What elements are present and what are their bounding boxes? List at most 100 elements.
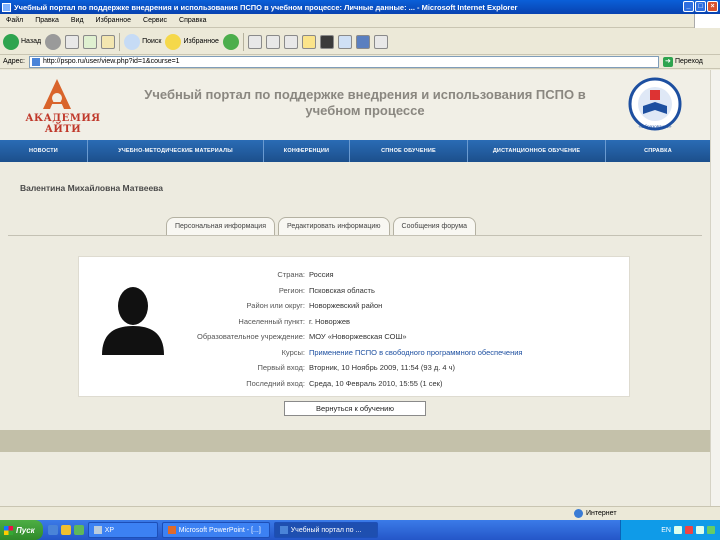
menu-favorites[interactable]: Избранное xyxy=(96,17,131,24)
go-label: Переход xyxy=(674,58,703,65)
ie-quicklaunch-icon[interactable] xyxy=(47,525,58,535)
course-link[interactable]: Применение ПСПО в свободного программног… xyxy=(309,348,523,357)
profile-tabs: Персональная информация Редактировать ин… xyxy=(166,217,477,235)
footer-band xyxy=(0,430,710,452)
nav-materials[interactable]: УЧЕБНО-МЕТОДИЧЕСКИЕ МАТЕРИАЛЫ xyxy=(88,140,264,162)
language-indicator[interactable]: EN xyxy=(661,527,671,534)
desktop-quicklaunch-icon[interactable] xyxy=(73,525,84,535)
menu-tools[interactable]: Сервис xyxy=(143,17,167,24)
nav-conferences[interactable]: КОНФЕРЕНЦИИ xyxy=(264,140,350,162)
nav-distance-learning[interactable]: ДИСТАНЦИОННОЕ ОБУЧЕНИЕ xyxy=(468,140,606,162)
security-zone: Интернет xyxy=(574,509,617,518)
favorites-label: Избранное xyxy=(183,38,219,45)
toolbar-separator xyxy=(119,32,121,51)
page-icon xyxy=(31,57,40,66)
field-row: Последний вход: Среда, 10 Февраль 2010, … xyxy=(174,376,624,392)
print-icon[interactable] xyxy=(265,34,280,49)
network-icon[interactable] xyxy=(707,526,715,534)
field-row: Первый вход: Вторник, 10 Ноябрь 2009, 11… xyxy=(174,360,624,376)
notes-icon[interactable] xyxy=(301,34,316,49)
globe-icon xyxy=(574,509,583,518)
task-label: Учебный портал по ... xyxy=(290,526,362,534)
field-label: Курсы: xyxy=(281,347,305,357)
favorites-button[interactable]: Избранное xyxy=(165,33,219,50)
menu-file[interactable]: Файл xyxy=(6,17,23,24)
back-arrow-icon xyxy=(3,33,19,50)
tray-icon[interactable] xyxy=(696,526,704,534)
nav-help[interactable]: СПРАВКА xyxy=(606,140,710,162)
tab-edit-info[interactable]: Редактировать информацию xyxy=(278,217,390,235)
media-icon[interactable] xyxy=(222,33,239,50)
windows-logo-icon xyxy=(4,525,13,535)
task-xp[interactable]: XP xyxy=(87,522,158,538)
tabs-divider xyxy=(8,235,702,236)
nav-news[interactable]: НОВОСТИ xyxy=(0,140,88,162)
research-icon[interactable] xyxy=(337,34,352,49)
search-button[interactable]: Поиск xyxy=(124,33,162,50)
ie-icon xyxy=(2,2,11,12)
field-row: Район или округ: Новоржевский район xyxy=(174,298,624,314)
go-arrow-icon: ➜ xyxy=(662,56,673,67)
tray-icon[interactable] xyxy=(674,526,682,534)
field-label: Первый вход: xyxy=(257,363,306,373)
back-to-course-button[interactable]: Вернуться к обучению xyxy=(284,401,426,416)
media-quicklaunch-icon[interactable] xyxy=(60,525,71,535)
menu-help[interactable]: Справка xyxy=(179,17,206,24)
menu-bar: Файл Правка Вид Избранное Сервис Справка xyxy=(0,14,720,28)
tab-personal-info[interactable]: Персональная информация xyxy=(166,217,276,235)
academy-logo-text: АКАДЕМИЯ АЙТИ xyxy=(25,113,101,135)
quick-launch xyxy=(47,525,84,535)
menu-view[interactable]: Вид xyxy=(71,17,84,24)
field-value: Россия xyxy=(309,270,334,280)
antivirus-icon[interactable] xyxy=(685,526,693,534)
window-controls: _ □ × xyxy=(683,1,718,12)
nav-training[interactable]: СПНОЕ ОБУЧЕНИЕ xyxy=(350,140,468,162)
maximize-button[interactable]: □ xyxy=(695,1,706,12)
field-row: Образовательное учреждение: МОУ «Новорже… xyxy=(174,329,624,345)
field-row: Страна: Россия xyxy=(174,267,624,283)
task-powerpoint[interactable]: Microsoft PowerPoint - [...] xyxy=(161,522,270,538)
field-label: Образовательное учреждение: xyxy=(196,332,305,342)
field-value: Псковская область xyxy=(309,285,375,295)
taskbar: Пуск XP Microsoft PowerPoint - [...] Уче… xyxy=(0,520,720,540)
refresh-icon[interactable] xyxy=(83,34,98,49)
field-label: Страна: xyxy=(277,270,305,280)
profile-fields: Страна: Россия Регион: Псковская область… xyxy=(174,267,624,391)
forward-arrow-icon[interactable] xyxy=(45,33,62,50)
search-label: Поиск xyxy=(142,38,162,45)
site-nav: НОВОСТИ УЧЕБНО-МЕТОДИЧЕСКИЕ МАТЕРИАЛЫ КО… xyxy=(0,140,710,162)
field-value: Среда, 10 Февраль 2010, 15:55 (1 сек) xyxy=(309,378,443,388)
stop-icon[interactable] xyxy=(65,34,80,49)
avatar-silhouette-icon xyxy=(102,287,164,355)
field-label: Последний вход: xyxy=(246,378,305,388)
field-row: Населенный пункт: г. Новоржев xyxy=(174,314,624,330)
status-bar: Интернет xyxy=(0,506,720,520)
vertical-scrollbar[interactable] xyxy=(710,70,720,520)
go-button[interactable]: ➜ Переход xyxy=(662,56,703,67)
extra-icon[interactable] xyxy=(373,34,388,49)
field-value: Вторник, 10 Ноябрь 2009, 11:54 (93 д. 4 … xyxy=(309,363,456,373)
address-input[interactable]: http://pspo.ru/user/view.php?id=1&course… xyxy=(28,55,659,68)
field-label: Населенный пункт: xyxy=(238,316,305,326)
tools-icon[interactable] xyxy=(355,34,370,49)
field-value: Новоржевский район xyxy=(309,301,383,311)
site-title: Учебный портал по поддержке внедрения и … xyxy=(144,87,586,118)
home-icon[interactable] xyxy=(101,34,116,49)
messenger-icon[interactable] xyxy=(319,34,334,49)
window-titlebar: Учебный портал по поддержке внедрения и … xyxy=(0,0,720,14)
task-ie-portal[interactable]: Учебный портал по ... xyxy=(273,522,378,538)
emblem-caption: «Образование» xyxy=(638,124,672,129)
field-value: МОУ «Новоржевская СОШ» xyxy=(309,332,407,342)
mail-icon[interactable] xyxy=(247,34,262,49)
ie-icon xyxy=(279,526,288,534)
start-button[interactable]: Пуск xyxy=(0,520,43,540)
menu-edit[interactable]: Правка xyxy=(35,17,59,24)
minimize-button[interactable]: _ xyxy=(683,1,694,12)
back-button[interactable]: Назад xyxy=(3,33,41,50)
browser-toolbar: Назад Поиск Избранное xyxy=(0,29,720,55)
academy-logo-icon xyxy=(43,79,71,109)
tab-forum-posts[interactable]: Сообщения форума xyxy=(392,217,477,235)
toolbar-separator xyxy=(242,32,244,51)
close-button[interactable]: × xyxy=(707,1,718,12)
edit-icon[interactable] xyxy=(283,34,298,49)
